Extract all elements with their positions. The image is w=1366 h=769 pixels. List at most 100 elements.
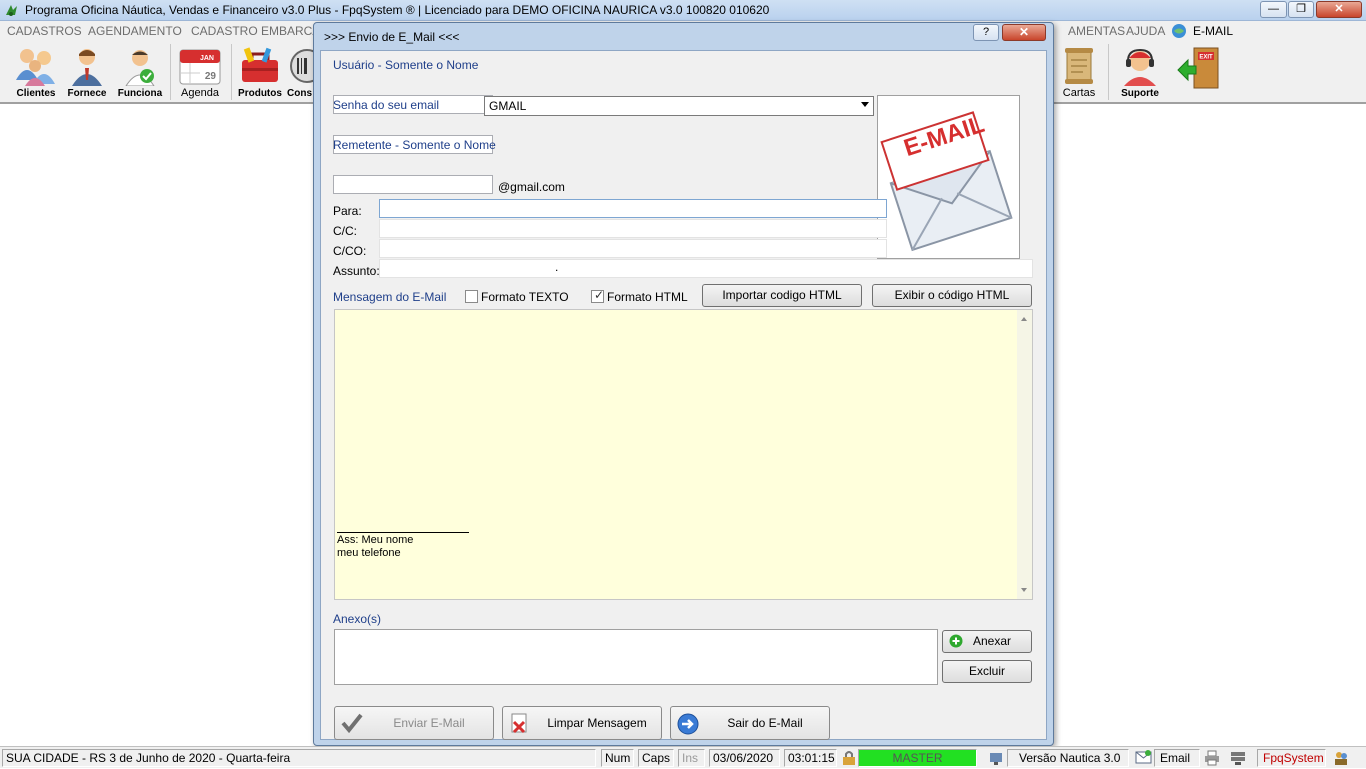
limpar-label: Limpar Mensagem [547, 716, 647, 730]
fornece-label: Fornece [67, 88, 107, 99]
email-server-value: GMAIL [489, 99, 527, 113]
menu-agendamento[interactable]: AGENDAMENTO [88, 24, 182, 38]
email-server-select[interactable]: GMAIL [484, 96, 874, 116]
email-menu-icon [1171, 23, 1187, 42]
calendar-month: JAN [200, 55, 214, 62]
remetente-input[interactable] [333, 175, 493, 194]
menu-cadastro-embarcacao[interactable]: CADASTRO EMBARCA [191, 24, 320, 38]
assunto-label: Assunto: [333, 264, 380, 278]
menu-ajuda[interactable]: AJUDA [1126, 24, 1165, 38]
dialog-body: Usuário - Somente o Nome GMAIL Senha do … [320, 50, 1047, 740]
cartas-label: Cartas [1062, 87, 1096, 99]
importar-html-button[interactable]: Importar codigo HTML [702, 284, 862, 307]
produtos-button[interactable]: Produtos [236, 43, 284, 101]
excluir-button[interactable]: Excluir [942, 660, 1032, 683]
message-editor[interactable]: Ass: Meu nome meu telefone [334, 309, 1033, 600]
exit-button[interactable]: EXIT [1174, 43, 1224, 101]
enviar-email-button[interactable]: Enviar E-Mail [334, 706, 494, 740]
formato-texto-label: Formato TEXTO [481, 290, 569, 304]
scroll-down-icon[interactable] [1021, 588, 1027, 592]
suporte-label: Suporte [1121, 88, 1159, 99]
main-title-bar: Programa Oficina Náutica, Vendas e Finan… [0, 0, 1366, 21]
scroll-up-icon[interactable] [1021, 317, 1027, 321]
checkmark-icon [341, 713, 363, 745]
exibir-html-button[interactable]: Exibir o código HTML [872, 284, 1032, 307]
help-button[interactable]: ? [973, 24, 999, 41]
anexar-label: Anexar [972, 634, 1012, 648]
mensagem-label: Mensagem do E-Mail [333, 290, 447, 304]
senha-label: Senha do seu email [333, 98, 440, 112]
fornece-button[interactable]: Fornece [63, 43, 111, 101]
menu-email[interactable]: E-MAIL [1193, 24, 1233, 38]
suporte-button[interactable]: Suporte [1114, 43, 1166, 101]
clientes-label: Clientes [16, 88, 56, 99]
toolbox-icon [242, 47, 278, 82]
calendar-icon: JAN 29 [179, 49, 221, 85]
server-icon[interactable] [1230, 750, 1246, 769]
toolbar-separator [1108, 44, 1109, 100]
delete-document-icon [509, 713, 529, 747]
status-city-date: SUA CIDADE - RS 3 de Junho de 2020 - Qua… [2, 749, 596, 767]
scroll-icon [1065, 48, 1093, 84]
printer-icon[interactable] [1204, 750, 1220, 769]
cc-input[interactable] [379, 219, 887, 238]
para-input[interactable] [379, 199, 887, 218]
para-label: Para: [333, 204, 362, 218]
cartas-button[interactable]: Cartas [1056, 43, 1102, 101]
minimize-button[interactable]: — [1260, 1, 1287, 18]
formato-html-checkbox[interactable]: ✓ [591, 288, 604, 303]
add-icon [949, 634, 963, 654]
app-icon [4, 3, 19, 18]
status-version: Versão Nautica 3.0 [1007, 749, 1129, 767]
status-caps: Caps [638, 749, 674, 767]
assunto-input[interactable]: . [379, 259, 1033, 278]
consulta-button[interactable]: Cons [287, 43, 313, 101]
assunto-value: . [555, 260, 559, 274]
remetente-label: Remetente - Somente o Nome [333, 138, 496, 152]
user-lock-icon [842, 750, 856, 769]
agenda-label: Agenda [181, 87, 219, 99]
anexar-button[interactable]: Anexar [942, 630, 1032, 653]
calendar-day: 29 [205, 71, 217, 82]
funciona-label: Funciona [117, 88, 163, 99]
email-logo: E-MAIL [877, 95, 1020, 259]
cco-input[interactable] [379, 239, 887, 258]
sair-email-button[interactable]: Sair do E-Mail [670, 706, 830, 740]
status-brand: FpqSystem [1257, 749, 1326, 767]
supplier-icon [72, 49, 102, 86]
status-email[interactable]: Email [1154, 749, 1200, 767]
funciona-button[interactable]: Funciona [114, 43, 166, 101]
close-button[interactable]: ✕ [1316, 1, 1362, 18]
consulta-label: Cons [287, 88, 312, 99]
agenda-button[interactable]: JAN 29 Agenda [174, 43, 226, 101]
usuario-label: Usuário - Somente o Nome [333, 58, 479, 72]
limpar-mensagem-button[interactable]: Limpar Mensagem [502, 706, 662, 740]
sair-label: Sair do E-Mail [727, 716, 803, 730]
formato-texto-checkbox[interactable] [465, 290, 478, 303]
users-icon [1333, 750, 1349, 769]
arrow-right-icon [677, 713, 699, 747]
clientes-button[interactable]: Clientes [10, 43, 62, 101]
status-num: Num [601, 749, 634, 767]
signature-phone: meu telefone [337, 547, 401, 559]
network-icon [989, 750, 1005, 769]
dialog-close-button[interactable]: ✕ [1002, 24, 1046, 41]
status-ins: Ins [678, 749, 705, 767]
enviar-label: Enviar E-Mail [393, 716, 465, 730]
status-bar: SUA CIDADE - RS 3 de Junho de 2020 - Qua… [0, 746, 1366, 768]
exit-sign-text: EXIT [1199, 55, 1213, 61]
anexos-label: Anexo(s) [333, 612, 382, 626]
toolbar-separator [170, 44, 171, 100]
email-dialog: >>> Envio de E_Mail <<< ? ✕ Usuário - So… [313, 22, 1054, 746]
email-status-icon [1135, 749, 1152, 769]
maximize-button[interactable]: ❐ [1288, 1, 1314, 18]
exit-door-icon: EXIT [1177, 47, 1219, 89]
attachments-list[interactable] [334, 629, 938, 685]
menu-cadastros[interactable]: CADASTROS [7, 24, 82, 38]
produtos-label: Produtos [238, 88, 282, 99]
formato-html-label: Formato HTML [607, 290, 688, 304]
menu-ferramentas[interactable]: AMENTAS [1068, 24, 1125, 38]
message-scrollbar[interactable] [1017, 310, 1032, 599]
window-title: Programa Oficina Náutica, Vendas e Finan… [25, 3, 770, 17]
domain-suffix: @gmail.com [498, 180, 565, 194]
